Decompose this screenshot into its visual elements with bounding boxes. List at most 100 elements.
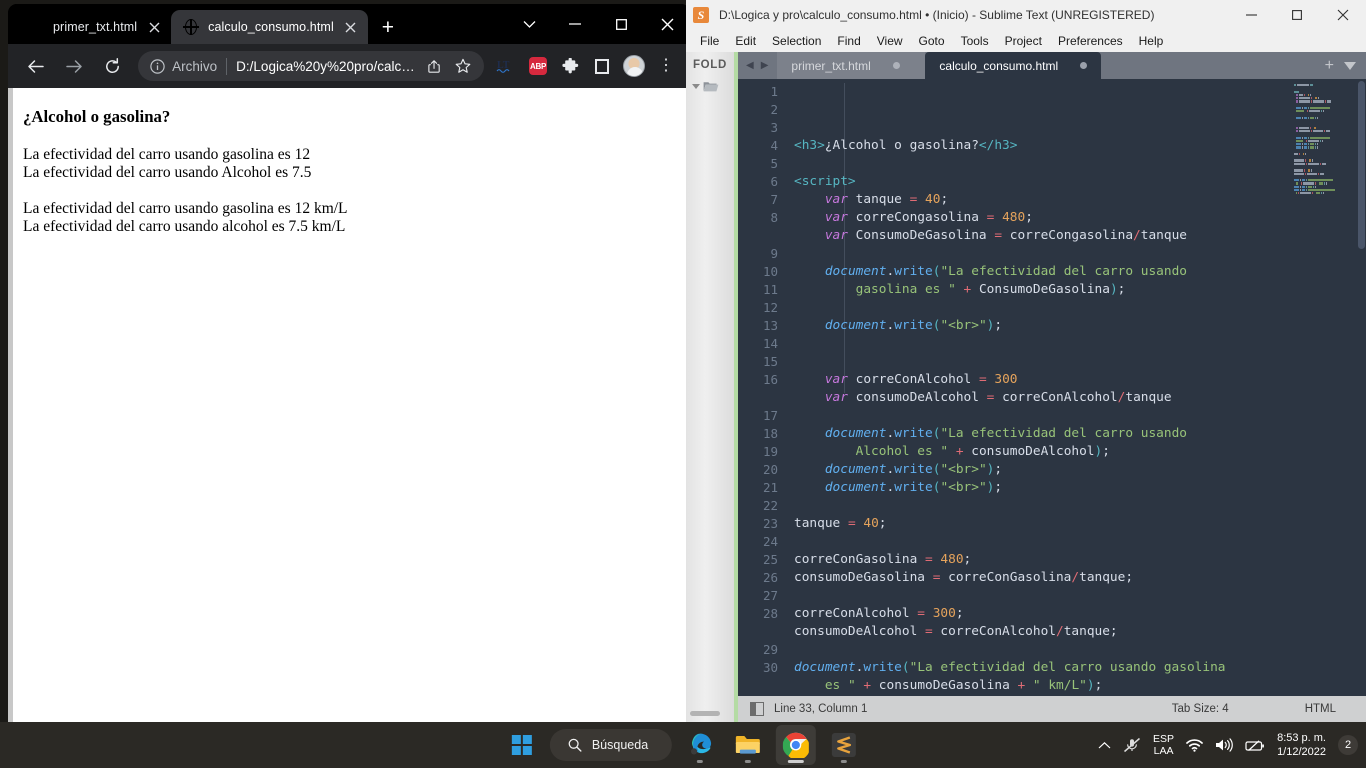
adblock-plus-icon[interactable]: ABP	[525, 53, 551, 79]
menu-help[interactable]: Help	[1131, 34, 1172, 48]
unsaved-dot-icon	[1080, 62, 1088, 69]
line-number: 5	[770, 156, 778, 171]
taskbar-app-file-explorer[interactable]	[728, 725, 768, 765]
minimap[interactable]	[1290, 79, 1366, 696]
side-panel-icon[interactable]	[589, 53, 615, 79]
sublime-body: FOLD ◀ ▶ primer_txt.html calculo_consumo…	[686, 52, 1366, 722]
tab-list-dropdown-icon[interactable]	[1344, 61, 1356, 70]
menu-goto[interactable]: Goto	[911, 34, 953, 48]
chevron-right-icon[interactable]: ▶	[761, 60, 769, 71]
chrome-tab-strip: primer_txt.html calculo_consumo.html +	[8, 4, 690, 44]
chevron-up-icon[interactable]	[1098, 741, 1111, 750]
menu-view[interactable]: View	[869, 34, 911, 48]
taskbar-search-box[interactable]: Búsqueda	[549, 729, 673, 761]
clock[interactable]: 8:53 p. m. 1/12/2022	[1277, 731, 1326, 759]
close-window-icon[interactable]	[644, 6, 690, 42]
sidebar-toggle-icon[interactable]	[750, 702, 764, 716]
close-icon[interactable]	[340, 16, 362, 38]
editor-tab-label: primer_txt.html	[791, 58, 871, 73]
maximize-icon[interactable]	[1274, 0, 1320, 30]
new-tab-button[interactable]: +	[374, 13, 402, 41]
languagetool-icon[interactable]: LT	[493, 53, 519, 79]
reload-icon[interactable]	[98, 51, 127, 81]
sublime-tab-bar: ◀ ▶ primer_txt.html calculo_consumo.html…	[738, 52, 1366, 79]
language-indicator[interactable]: ESP LAA	[1153, 733, 1174, 757]
speaker-icon[interactable]	[1215, 738, 1233, 752]
language-code-top: ESP	[1153, 733, 1175, 745]
menu-file[interactable]: File	[692, 34, 727, 48]
browser-tab-primer-txt[interactable]: primer_txt.html	[16, 10, 172, 44]
chrome-window-controls	[506, 4, 690, 44]
microphone-muted-icon[interactable]	[1123, 737, 1141, 753]
menu-project[interactable]: Project	[997, 34, 1050, 48]
status-right-group: Tab Size: 4 HTML	[1172, 703, 1354, 715]
minimize-icon[interactable]	[1228, 0, 1274, 30]
wifi-icon[interactable]	[1186, 738, 1203, 752]
line-number: 9	[770, 246, 778, 261]
site-info-icon[interactable]	[148, 57, 166, 75]
taskbar-app-sublime[interactable]	[824, 725, 864, 765]
triangle-down-icon[interactable]	[692, 83, 700, 89]
sidebar-folder-row[interactable]	[686, 78, 734, 92]
close-window-icon[interactable]	[1320, 0, 1366, 30]
editor-tab-primer-txt[interactable]: primer_txt.html	[777, 52, 926, 79]
page-output-line: La efectividad del carro usando alcohol …	[23, 218, 346, 235]
sublime-status-bar: Line 33, Column 1 Tab Size: 4 HTML	[738, 696, 1366, 722]
menu-find[interactable]: Find	[829, 34, 868, 48]
close-icon[interactable]	[143, 16, 165, 38]
line-number: 3	[770, 120, 778, 135]
minimap-viewport-scrollbar[interactable]	[1358, 81, 1365, 249]
kebab-menu-icon[interactable]: ⋮	[653, 53, 679, 79]
star-icon[interactable]	[452, 55, 474, 77]
windows-logo-icon	[511, 734, 533, 756]
code-text-area[interactable]: <h3>¿Alcohol o gasolina?</h3> <script> v…	[788, 79, 1290, 696]
start-button[interactable]	[502, 725, 542, 765]
code-line: var correCongasolina = 480;	[824, 210, 1033, 225]
tab-search-chevron-down-icon[interactable]	[506, 6, 552, 42]
minimap-line	[1294, 156, 1362, 158]
code-line: var correConAlcohol = 300	[824, 372, 1018, 387]
line-number: 8	[770, 210, 778, 225]
tab-scroll-arrows[interactable]: ◀ ▶	[738, 52, 777, 79]
address-bar[interactable]: Archivo D:/Logica%20y%20pro/calculo...	[138, 51, 484, 81]
sidebar-header-folders: FOLD	[692, 59, 728, 71]
forward-arrow-icon[interactable]	[60, 51, 89, 81]
battery-icon[interactable]	[1245, 739, 1265, 752]
menu-edit[interactable]: Edit	[727, 34, 764, 48]
back-arrow-icon[interactable]	[21, 51, 50, 81]
sidebar-scrollbar[interactable]	[690, 711, 720, 716]
line-number: 17	[762, 408, 778, 423]
syntax-label[interactable]: HTML	[1305, 703, 1336, 715]
minimap-line	[1294, 93, 1362, 97]
share-icon[interactable]	[423, 55, 445, 77]
tab-size-label[interactable]: Tab Size: 4	[1172, 703, 1229, 715]
new-tab-icon[interactable]: +	[1325, 57, 1334, 74]
menu-tools[interactable]: Tools	[953, 34, 997, 48]
editor-tab-calculo-consumo[interactable]: calculo_consumo.html	[925, 52, 1102, 79]
menu-preferences[interactable]: Preferences	[1050, 34, 1131, 48]
taskbar-app-edge[interactable]	[680, 725, 720, 765]
browser-tab-calculo-consumo[interactable]: calculo_consumo.html	[171, 10, 368, 44]
line-number: 13	[762, 318, 778, 333]
taskbar-app-chrome[interactable]	[776, 725, 817, 765]
line-number: 22	[762, 498, 778, 513]
extensions-puzzle-icon[interactable]	[557, 53, 583, 79]
line-number: 19	[762, 444, 778, 459]
code-line: var consumoDeAlcohol = correConAlcohol/t…	[824, 390, 1172, 405]
notification-badge[interactable]: 2	[1338, 735, 1358, 755]
editor-tab-label: calculo_consumo.html	[939, 58, 1059, 73]
line-number: 25	[762, 552, 778, 567]
minimap-line	[1294, 176, 1362, 178]
minimize-icon[interactable]	[552, 6, 598, 42]
menu-selection[interactable]: Selection	[764, 34, 829, 48]
maximize-icon[interactable]	[598, 6, 644, 42]
chevron-left-icon[interactable]: ◀	[746, 60, 754, 71]
avatar[interactable]	[621, 53, 647, 79]
url-text[interactable]: D:/Logica%20y%20pro/calculo...	[236, 59, 416, 74]
